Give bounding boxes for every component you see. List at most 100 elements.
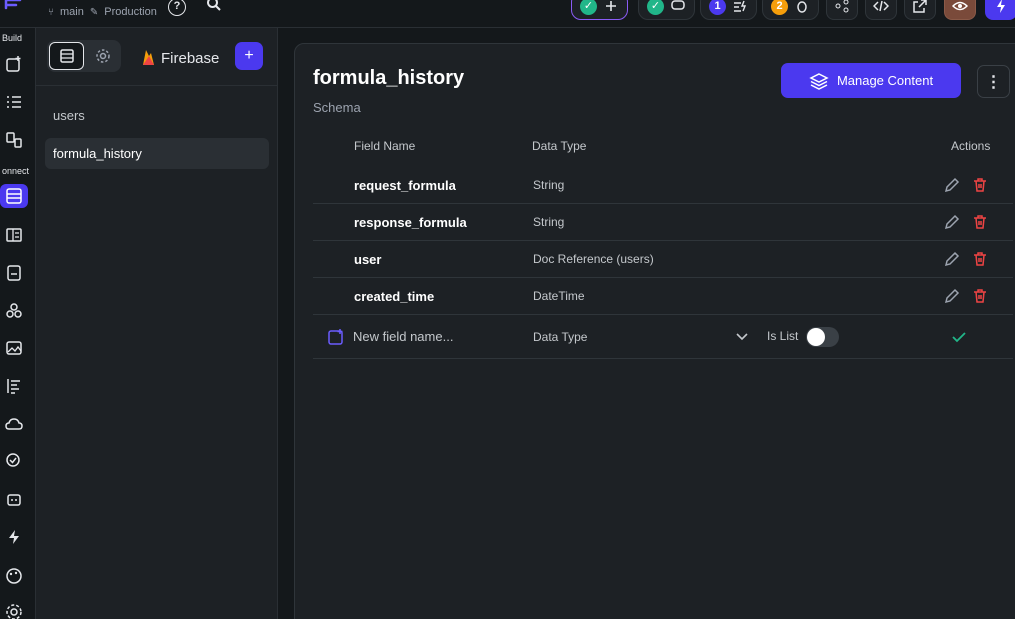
top-bar: ⑂ main ✎ Production ? ✓ ✓ 1 2 xyxy=(0,0,1015,28)
rail-integrations[interactable] xyxy=(2,299,26,323)
collection-item-formula-history[interactable]: formula_history xyxy=(45,138,269,169)
trash-icon[interactable] xyxy=(972,288,988,304)
integrations-icon xyxy=(6,303,22,318)
branch-info[interactable]: ⑂ main ✎ Production xyxy=(48,6,157,18)
search-icon[interactable] xyxy=(206,0,222,12)
rail-components[interactable] xyxy=(2,128,26,152)
gear-icon xyxy=(95,49,110,63)
rail-tests[interactable] xyxy=(2,448,26,472)
rail-schema[interactable] xyxy=(2,223,26,247)
cloud-icon xyxy=(5,418,23,430)
header-actions: Actions xyxy=(951,139,991,153)
collections-view-tab[interactable] xyxy=(49,42,84,70)
open-external-button[interactable] xyxy=(904,0,936,20)
new-field-name-input[interactable] xyxy=(353,329,523,344)
app-root: ⑂ main ✎ Production ? ✓ ✓ 1 2 Build onne… xyxy=(0,0,1015,619)
rail-agents[interactable] xyxy=(2,487,26,511)
field-type: String xyxy=(533,215,565,229)
field-name: response_formula xyxy=(354,215,467,230)
palette-icon xyxy=(6,568,22,584)
divider xyxy=(36,85,278,86)
rail-settings[interactable] xyxy=(2,600,26,619)
share-button[interactable] xyxy=(826,0,858,20)
rail-cloud[interactable] xyxy=(2,412,26,436)
ai-agent-status[interactable]: ✓ xyxy=(571,0,628,20)
more-options-button[interactable]: ⋮ xyxy=(977,65,1010,98)
test-check-icon xyxy=(6,453,20,467)
lightning-list-icon xyxy=(734,0,747,12)
toggle-knob xyxy=(807,328,825,346)
external-link-icon xyxy=(913,0,927,13)
rail-firestore[interactable] xyxy=(0,184,28,208)
environment-name: Production xyxy=(104,6,157,18)
code-icon xyxy=(873,0,889,12)
help-button[interactable]: ? xyxy=(168,0,186,16)
provider-label: Firebase xyxy=(161,49,220,67)
components-icon xyxy=(6,132,22,148)
gear-icon xyxy=(6,604,22,619)
run-button[interactable] xyxy=(985,0,1015,20)
trash-icon[interactable] xyxy=(972,214,988,230)
field-row: created_time DateTime xyxy=(313,278,1013,315)
pencil-icon[interactable] xyxy=(944,177,960,193)
field-type: Doc Reference (users) xyxy=(533,252,654,266)
trash-icon[interactable] xyxy=(972,251,988,267)
chevron-down-icon[interactable] xyxy=(735,330,749,344)
check-icon: ✓ xyxy=(647,0,664,15)
left-nav-rail: Build onnect xyxy=(0,28,36,619)
lightning-icon xyxy=(997,0,1005,13)
layers-icon xyxy=(809,72,829,90)
rail-add-page[interactable] xyxy=(2,52,26,76)
rail-widget-tree[interactable] xyxy=(2,90,26,114)
bugs-count-badge: 2 xyxy=(771,0,788,15)
firebase-brand: Firebase xyxy=(140,48,219,68)
field-type: DateTime xyxy=(533,289,585,303)
firestore-settings-tab[interactable] xyxy=(86,42,119,70)
view-toggle xyxy=(47,40,121,72)
header-data-type: Data Type xyxy=(532,139,587,153)
add-collection-button[interactable]: + xyxy=(235,42,263,70)
field-row: response_formula String xyxy=(313,204,1013,241)
code-button[interactable] xyxy=(865,0,897,20)
database-icon xyxy=(59,49,74,63)
pencil-icon[interactable] xyxy=(944,214,960,230)
rail-media[interactable] xyxy=(2,336,26,360)
check-icon: ✓ xyxy=(580,0,597,15)
collection-item-users[interactable]: users xyxy=(45,100,269,131)
collection-title: formula_history xyxy=(313,67,465,89)
field-row: request_formula String xyxy=(313,167,1013,204)
issues-status[interactable]: 1 xyxy=(700,0,757,20)
field-type: String xyxy=(533,178,565,192)
is-list-toggle[interactable] xyxy=(806,327,839,347)
firebase-flame-icon xyxy=(143,50,154,65)
rail-custom-code[interactable] xyxy=(2,525,26,549)
eye-icon xyxy=(952,1,968,11)
bugs-status[interactable]: 2 xyxy=(762,0,819,20)
data-type-select[interactable]: Data Type xyxy=(533,330,587,344)
rail-storage[interactable] xyxy=(2,261,26,285)
field-name: request_formula xyxy=(354,178,456,193)
pencil-icon[interactable] xyxy=(944,288,960,304)
branch-icon: ⑂ xyxy=(48,6,54,18)
is-list-label: Is List xyxy=(767,329,799,343)
lightning-icon xyxy=(9,530,19,544)
schema-subtitle: Schema xyxy=(313,100,361,115)
manage-content-button[interactable]: Manage Content xyxy=(781,63,961,98)
image-icon xyxy=(6,341,22,355)
add-field-icon xyxy=(328,329,343,345)
comments-status[interactable]: ✓ xyxy=(638,0,695,20)
trash-icon[interactable] xyxy=(972,177,988,193)
connect-section-label: onnect xyxy=(2,166,30,176)
pencil-icon[interactable] xyxy=(944,251,960,267)
checkmark-icon[interactable] xyxy=(950,328,968,346)
preview-button[interactable] xyxy=(944,0,976,20)
add-page-icon xyxy=(6,56,21,72)
bug-icon xyxy=(797,1,807,13)
manage-content-label: Manage Content xyxy=(836,73,934,88)
wrench-icon: ✎ xyxy=(89,6,99,18)
rail-actions[interactable] xyxy=(2,374,26,398)
field-name: created_time xyxy=(354,289,435,304)
flutterflow-logo-icon[interactable] xyxy=(2,0,24,14)
build-section-label: Build xyxy=(2,33,23,43)
rail-theme[interactable] xyxy=(2,564,26,588)
